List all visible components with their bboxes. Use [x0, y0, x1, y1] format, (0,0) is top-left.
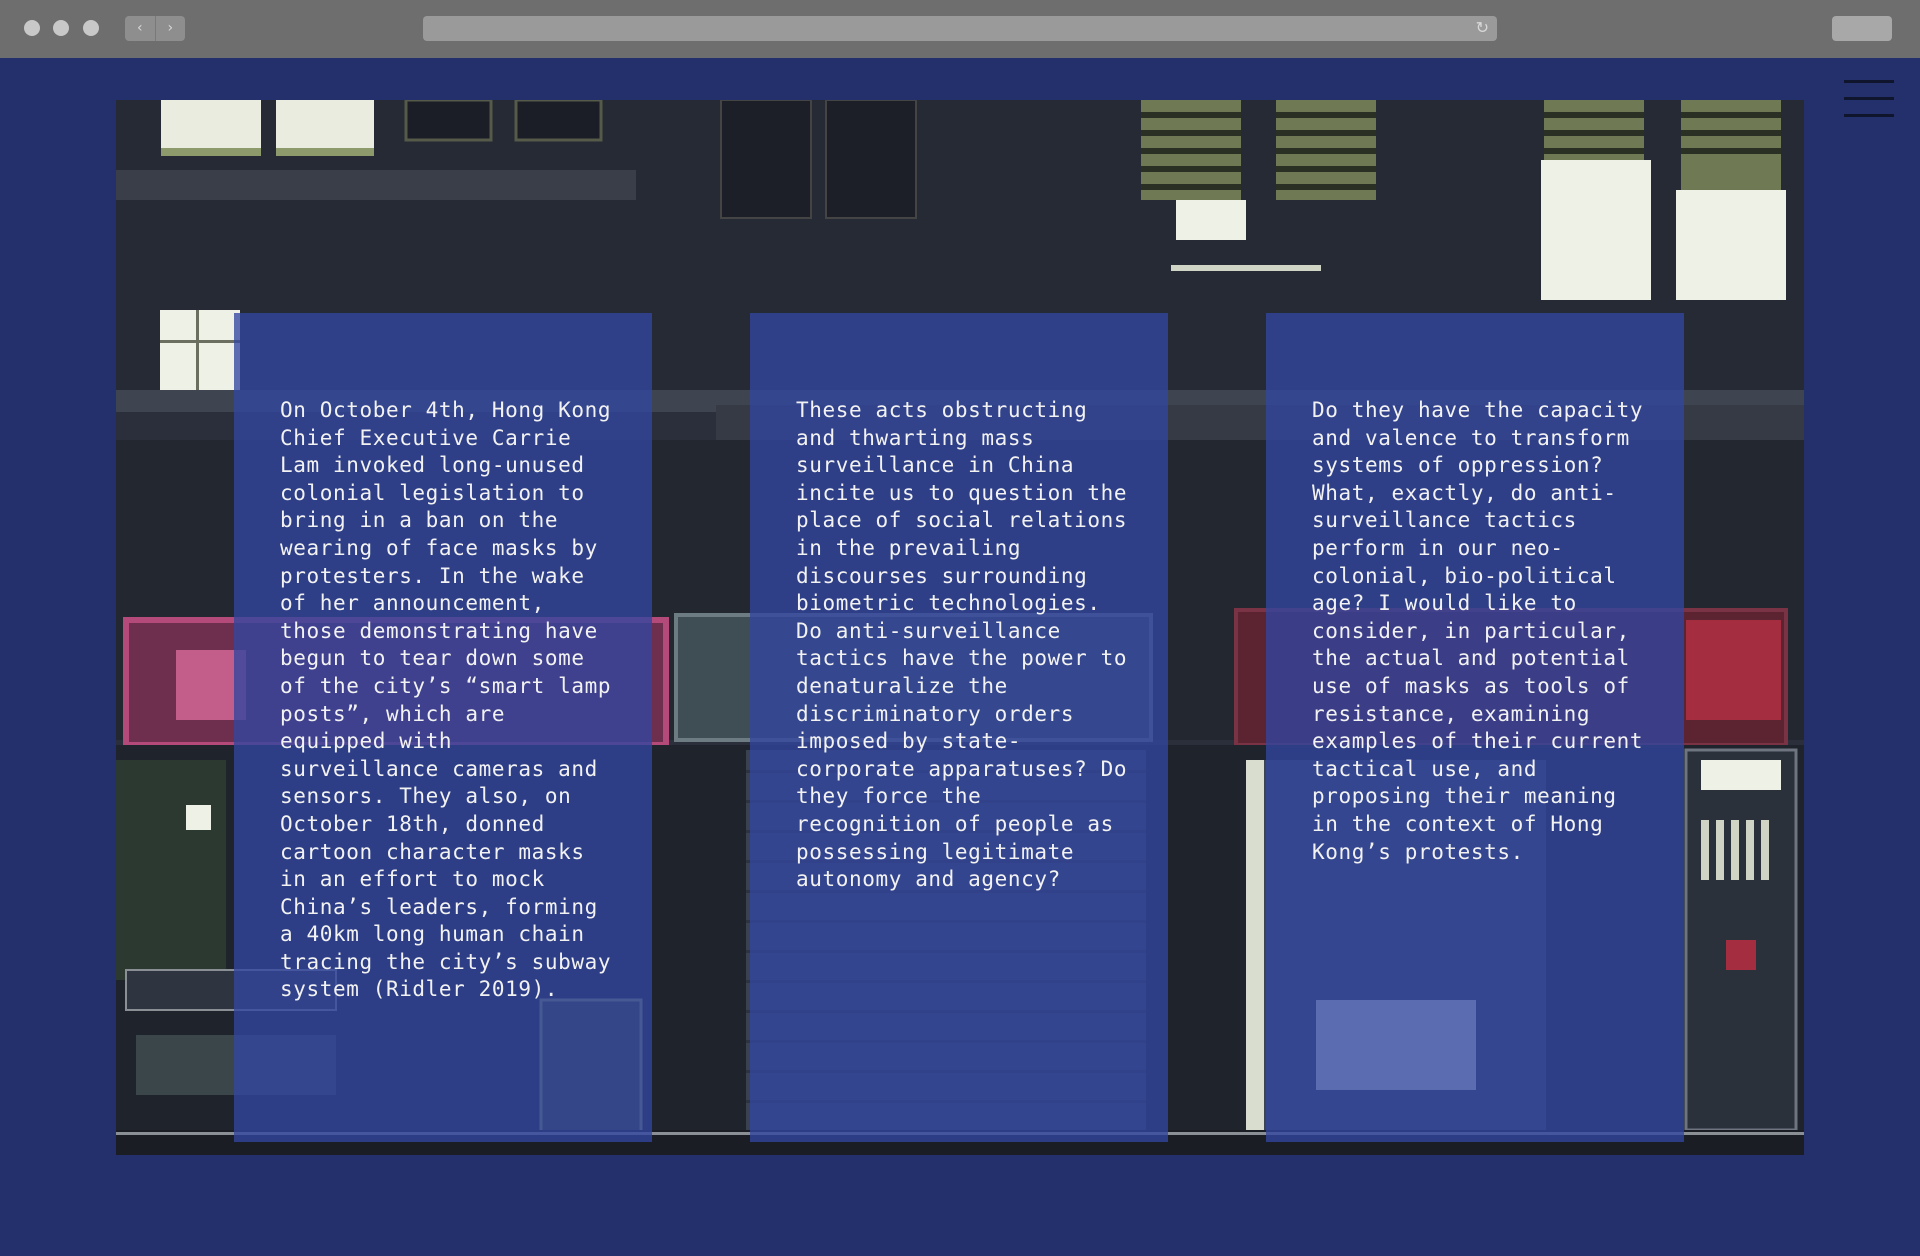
- window-minimize-button[interactable]: [53, 20, 69, 36]
- panel-paragraph: These acts obstructing and thwarting mas…: [796, 398, 1128, 892]
- panel-paragraph: Do they have the capacity and valence to…: [1312, 398, 1644, 864]
- hamburger-menu-icon[interactable]: [1844, 80, 1894, 118]
- hamburger-line: [1844, 114, 1894, 117]
- hamburger-line: [1844, 80, 1894, 83]
- chevron-right-icon[interactable]: ›: [154, 16, 186, 41]
- window-maximize-button[interactable]: [83, 20, 99, 36]
- street-scene-background: On October 4th, Hong Kong Chief Executiv…: [116, 100, 1804, 1155]
- text-panel-1: On October 4th, Hong Kong Chief Executiv…: [234, 313, 652, 1142]
- address-bar[interactable]: ↻: [423, 16, 1497, 41]
- text-panel-2: These acts obstructing and thwarting mas…: [750, 313, 1168, 1142]
- hamburger-line: [1844, 97, 1894, 100]
- browser-toolbar: ‹ › ↻: [0, 0, 1920, 58]
- panel-paragraph: On October 4th, Hong Kong Chief Executiv…: [280, 398, 612, 1002]
- window-close-button[interactable]: [24, 20, 40, 36]
- reload-icon[interactable]: ↻: [1476, 18, 1489, 38]
- toolbar-action-button[interactable]: [1832, 16, 1892, 41]
- chevron-left-icon[interactable]: ‹: [125, 16, 155, 41]
- text-panel-3: Do they have the capacity and valence to…: [1266, 313, 1684, 1142]
- history-nav: ‹ ›: [125, 16, 185, 41]
